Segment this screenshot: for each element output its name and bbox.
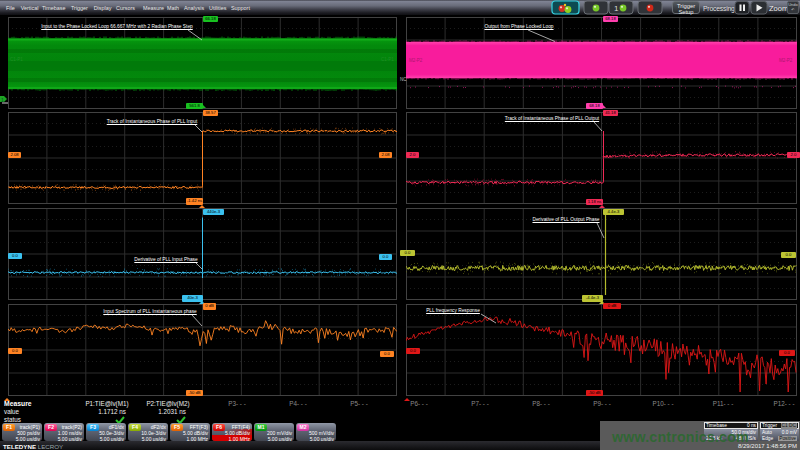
- svg-text:1: 1: [1, 97, 4, 103]
